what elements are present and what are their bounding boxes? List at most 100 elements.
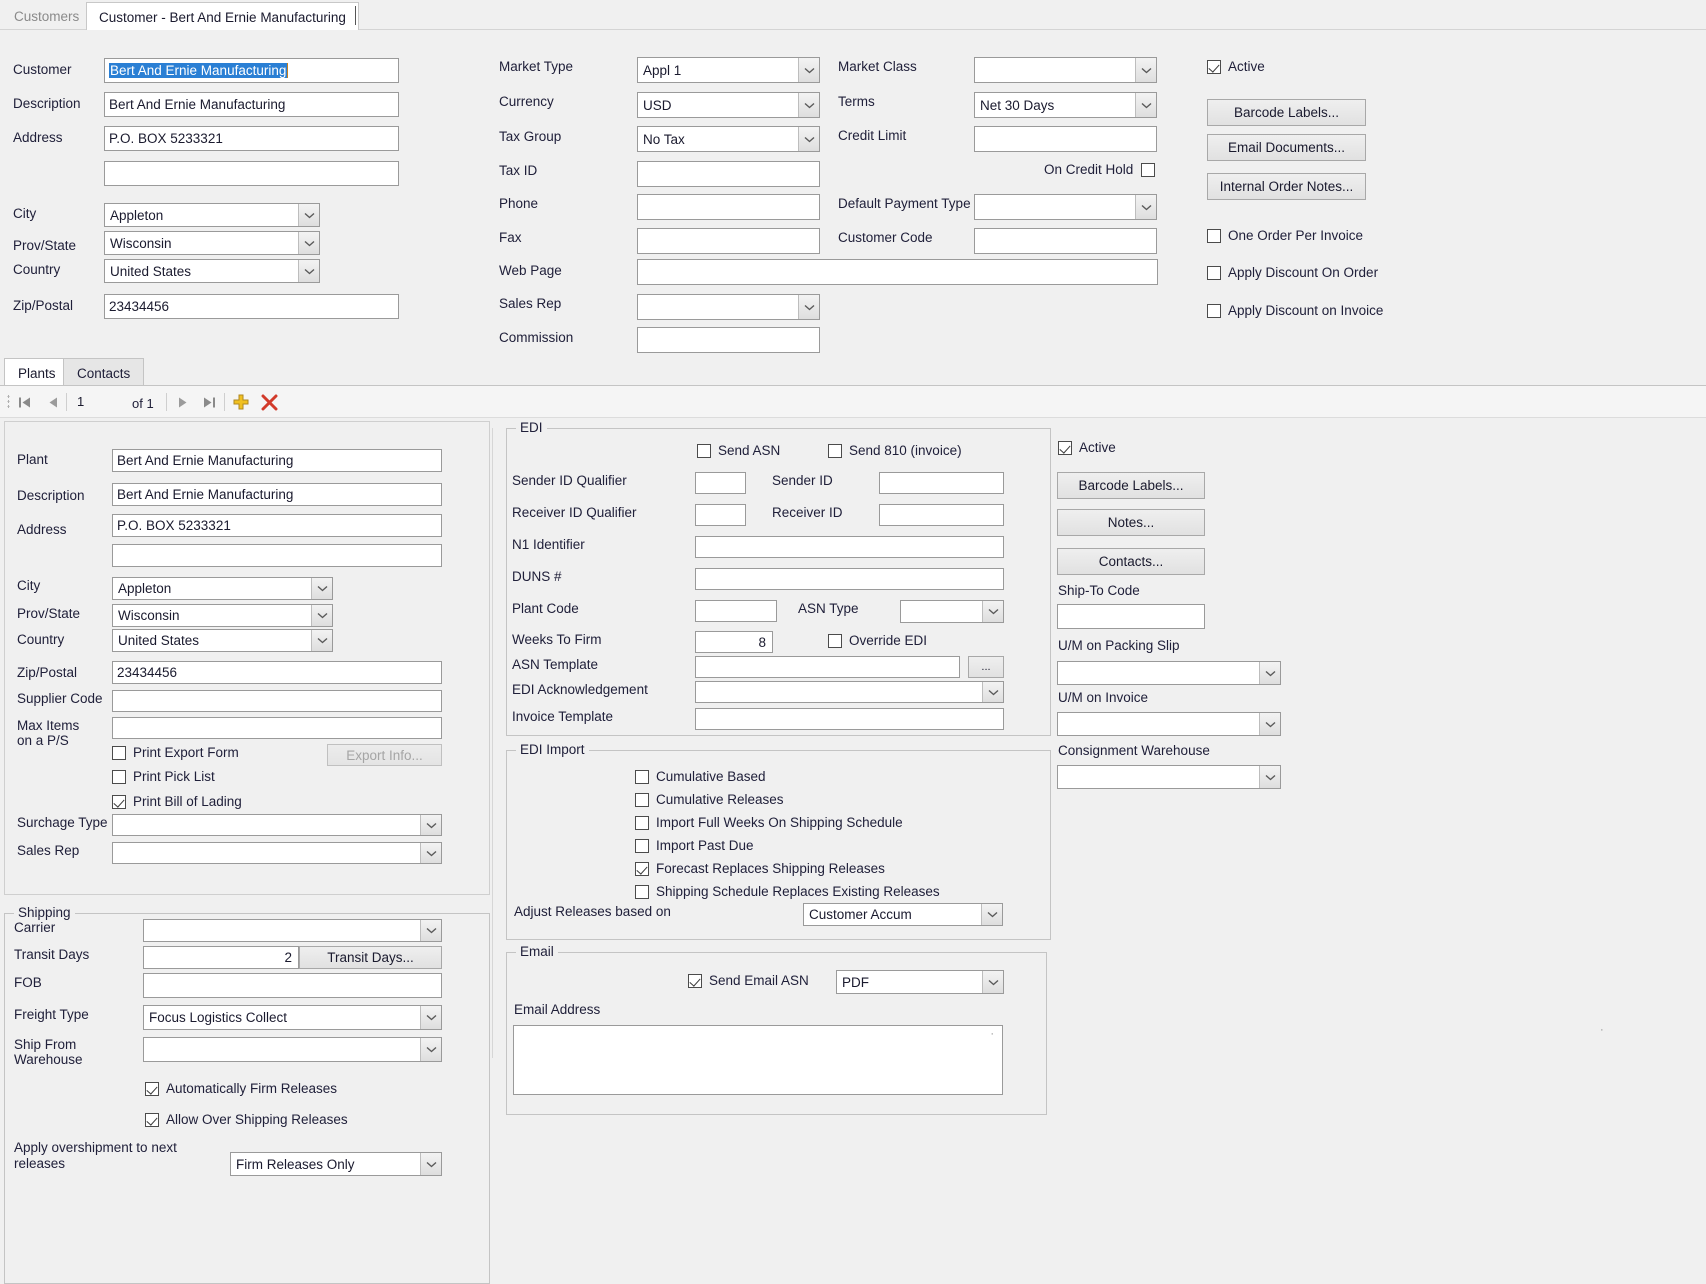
chevron-down-icon[interactable]: [311, 578, 332, 599]
send-810-checkbox[interactable]: Send 810 (invoice): [828, 443, 962, 458]
plant-description-input[interactable]: Bert And Ernie Manufacturing: [112, 483, 442, 506]
tax-group-combo[interactable]: No Tax: [637, 126, 820, 152]
duns-input[interactable]: [695, 568, 1004, 590]
sender-id-qualifier-input[interactable]: [695, 472, 746, 494]
checkbox-box[interactable]: [112, 794, 126, 809]
tax-id-input[interactable]: [637, 161, 820, 187]
plant-notes-button[interactable]: Notes...: [1057, 509, 1205, 536]
chevron-down-icon[interactable]: [420, 843, 441, 863]
carrier-combo[interactable]: [143, 919, 442, 942]
plant-contacts-button[interactable]: Contacts...: [1057, 548, 1205, 575]
currency-combo[interactable]: USD: [637, 92, 820, 118]
chevron-down-icon[interactable]: [311, 605, 332, 626]
credit-limit-input[interactable]: [974, 126, 1157, 152]
checkbox-box[interactable]: [688, 973, 702, 988]
customer-country-combo[interactable]: United States: [104, 259, 320, 283]
transit-days-button[interactable]: Transit Days...: [299, 946, 442, 969]
customer-zip-input[interactable]: 23434456: [104, 294, 399, 319]
checkbox-box[interactable]: [1207, 228, 1221, 243]
chevron-down-icon[interactable]: [420, 1038, 441, 1061]
plant-zip-input[interactable]: 23434456: [112, 661, 442, 684]
next-record-icon[interactable]: [172, 391, 194, 413]
checkbox-box[interactable]: [1207, 265, 1221, 280]
delete-record-icon[interactable]: [258, 391, 280, 413]
invoice-template-input[interactable]: [695, 708, 1004, 730]
checkbox-box[interactable]: [145, 1112, 159, 1127]
commission-input[interactable]: [637, 327, 820, 353]
surcharge-type-combo[interactable]: [112, 814, 442, 836]
checkbox-box[interactable]: [635, 792, 649, 807]
tab-plants[interactable]: Plants: [4, 358, 70, 386]
plant-address1-input[interactable]: P.O. BOX 5233321: [112, 514, 442, 537]
asn-template-input[interactable]: [695, 656, 960, 678]
cumulative-releases-checkbox[interactable]: Cumulative Releases: [635, 792, 784, 807]
weeks-to-firm-input[interactable]: 8: [695, 631, 773, 653]
receiver-id-input[interactable]: [879, 504, 1004, 526]
print-bill-of-lading-checkbox[interactable]: Print Bill of Lading: [112, 794, 242, 809]
plant-address2-input[interactable]: [112, 544, 442, 567]
chevron-down-icon[interactable]: [420, 1006, 441, 1029]
shipping-schedule-replaces-checkbox[interactable]: Shipping Schedule Replaces Existing Rele…: [635, 884, 940, 899]
customer-prov-state-combo[interactable]: Wisconsin: [104, 231, 320, 255]
allow-over-shipping-releases-checkbox[interactable]: Allow Over Shipping Releases: [145, 1112, 348, 1127]
adjust-releases-combo[interactable]: Customer Accum: [803, 903, 1003, 926]
checkbox-box[interactable]: [635, 884, 649, 899]
send-asn-checkbox[interactable]: Send ASN: [697, 443, 780, 458]
last-record-icon[interactable]: [198, 391, 220, 413]
tab-contacts[interactable]: Contacts: [63, 358, 145, 386]
terms-combo[interactable]: Net 30 Days: [974, 92, 1157, 118]
plant-country-combo[interactable]: United States: [112, 629, 333, 652]
supplier-code-input[interactable]: [112, 690, 442, 712]
chevron-down-icon[interactable]: [1135, 58, 1156, 82]
checkbox-box[interactable]: [145, 1081, 159, 1096]
email-format-combo[interactable]: PDF: [836, 970, 1004, 994]
web-page-input[interactable]: [637, 259, 1158, 285]
one-order-per-invoice-checkbox[interactable]: One Order Per Invoice: [1207, 228, 1363, 243]
email-address-textarea[interactable]: ·: [513, 1025, 1003, 1095]
previous-record-icon[interactable]: [42, 391, 64, 413]
customer-description-input[interactable]: Bert And Ernie Manufacturing: [104, 92, 399, 117]
chevron-down-icon[interactable]: [298, 260, 319, 282]
chevron-down-icon[interactable]: [298, 204, 319, 226]
asn-template-browse-button[interactable]: ...: [968, 656, 1004, 678]
checkbox-box[interactable]: [1207, 303, 1221, 318]
customer-address2-input[interactable]: [104, 161, 399, 186]
checkbox-box[interactable]: [1058, 440, 1072, 455]
chevron-down-icon[interactable]: [1135, 195, 1156, 219]
chevron-down-icon[interactable]: [1135, 93, 1156, 117]
export-info-button[interactable]: Export Info...: [327, 744, 442, 766]
tab-customer-detail[interactable]: Customer - Bert And Ernie Manufacturing: [86, 2, 359, 30]
chevron-down-icon[interactable]: [420, 1153, 441, 1175]
drag-grip-icon[interactable]: [7, 394, 10, 410]
customer-sales-rep-combo[interactable]: [637, 294, 820, 320]
override-edi-checkbox[interactable]: Override EDI: [828, 633, 927, 648]
checkbox-box[interactable]: [1207, 59, 1221, 74]
chevron-down-icon[interactable]: [420, 920, 441, 941]
plant-code-input[interactable]: [695, 600, 777, 622]
customer-input[interactable]: Bert And Ernie Manufacturing: [104, 58, 399, 83]
plant-prov-state-combo[interactable]: Wisconsin: [112, 604, 333, 627]
customer-city-combo[interactable]: Appleton: [104, 203, 320, 227]
apply-discount-on-invoice-checkbox[interactable]: Apply Discount on Invoice: [1207, 303, 1383, 318]
send-email-asn-checkbox[interactable]: Send Email ASN: [688, 973, 809, 988]
chevron-down-icon[interactable]: [1259, 766, 1280, 788]
market-class-combo[interactable]: [974, 57, 1157, 83]
ship-from-warehouse-combo[interactable]: [143, 1037, 442, 1062]
checkbox-box[interactable]: [635, 861, 649, 876]
first-record-icon[interactable]: [14, 391, 36, 413]
chevron-down-icon[interactable]: [982, 971, 1003, 993]
checkbox-box[interactable]: [112, 745, 126, 760]
tab-customers[interactable]: Customers: [2, 2, 91, 30]
fob-input[interactable]: [143, 973, 442, 998]
fax-input[interactable]: [637, 228, 820, 254]
automatically-firm-releases-checkbox[interactable]: Automatically Firm Releases: [145, 1081, 337, 1096]
chevron-down-icon[interactable]: [298, 232, 319, 254]
record-number-input[interactable]: 1: [72, 391, 128, 412]
customer-address1-input[interactable]: P.O. BOX 5233321: [104, 126, 399, 151]
transit-days-input[interactable]: 2: [143, 946, 299, 969]
phone-input[interactable]: [637, 194, 820, 220]
checkbox-box[interactable]: [828, 443, 842, 458]
chevron-down-icon[interactable]: [982, 601, 1003, 622]
chevron-down-icon[interactable]: [1259, 713, 1280, 735]
customer-internal-order-notes-button[interactable]: Internal Order Notes...: [1207, 173, 1366, 200]
